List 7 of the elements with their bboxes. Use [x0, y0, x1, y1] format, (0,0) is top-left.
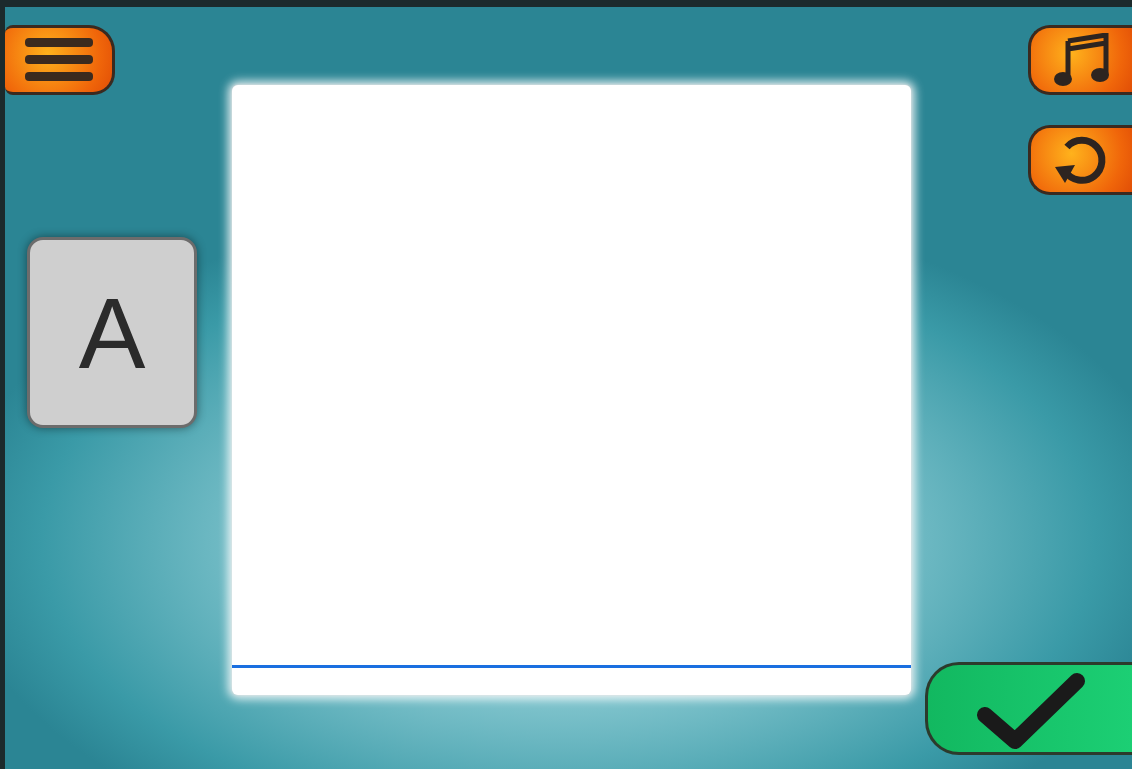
menu-icon [24, 38, 93, 82]
music-button[interactable] [1028, 25, 1132, 95]
menu-button[interactable] [5, 25, 115, 95]
music-note-icon [1053, 33, 1110, 87]
letter-card[interactable]: A [27, 237, 197, 428]
reset-button[interactable] [1028, 125, 1132, 195]
check-button[interactable] [925, 662, 1132, 755]
